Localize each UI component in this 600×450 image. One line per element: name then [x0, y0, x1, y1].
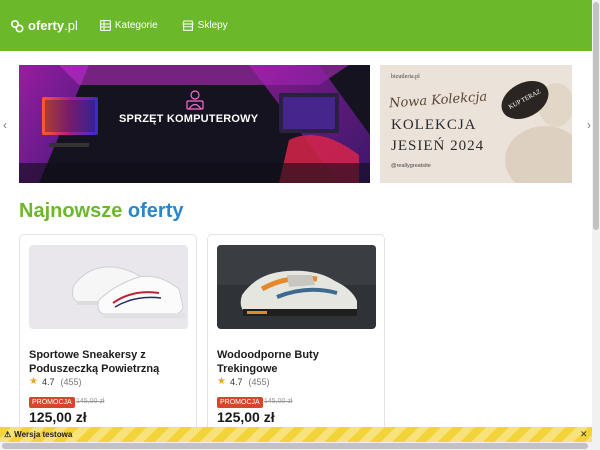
horizontal-scroll-thumb[interactable]: [2, 443, 588, 449]
promo-badge: PROMOCJA: [29, 397, 75, 408]
logo-icon: [10, 19, 24, 33]
nav-kategorie-label: Kategorie: [114, 20, 158, 31]
product-image[interactable]: [29, 245, 188, 329]
product-card[interactable]: Sportowe Sneakersy z Poduszeczką Powietr…: [19, 234, 197, 434]
test-version-text: Wersja testowa: [14, 430, 73, 439]
star-icon: ★: [29, 376, 38, 387]
banner-fashion[interactable]: bizutleria.pl Nowa Kolekcja KOLEKCJA JES…: [380, 65, 572, 183]
star-icon: ★: [217, 376, 226, 387]
close-icon[interactable]: ✕: [580, 429, 588, 440]
rating-value: 4.7: [229, 376, 243, 387]
fashion-title-line1: KOLEKCJA: [391, 117, 477, 133]
product-rating: ★ 4.7 (455): [217, 376, 270, 387]
nav-sklepy[interactable]: Sklepy: [181, 20, 228, 31]
trekking-shoe-image: [217, 245, 376, 329]
top-header: oferty .pl Kategorie Sklepy: [0, 0, 592, 51]
vertical-scrollbar[interactable]: [592, 0, 600, 450]
fashion-social-handle: @reallygreatsite: [391, 163, 431, 169]
test-version-banner: ⚠ Wersja testowa ✕: [0, 427, 592, 442]
rating-count: (455): [248, 376, 270, 387]
old-price: 145,00 zł: [76, 398, 105, 405]
nav-kategorie[interactable]: Kategorie: [99, 20, 158, 31]
fashion-brand: bizutleria.pl: [391, 74, 420, 80]
sneaker-image: [29, 245, 188, 329]
product-name[interactable]: Sportowe Sneakersy z Poduszeczką Powietr…: [29, 348, 191, 376]
nav-sklepy-label: Sklepy: [197, 20, 228, 31]
vertical-scroll-thumb[interactable]: [593, 2, 599, 230]
section-title-part1: Najnowsze: [19, 200, 123, 222]
product-rating: ★ 4.7 (455): [29, 376, 82, 387]
promo-badge: PROMOCJA: [217, 397, 263, 408]
site-logo[interactable]: oferty .pl: [10, 18, 78, 33]
shop-icon: [181, 20, 194, 31]
banner-computer[interactable]: SPRZĘT KOMPUTEROWY: [19, 65, 370, 183]
grid-icon: [99, 20, 111, 31]
test-version-label: ⚠ Wersja testowa: [4, 430, 72, 439]
product-name[interactable]: Wodoodporne Buty Trekingowe: [217, 348, 379, 376]
logo-text: oferty: [28, 18, 65, 33]
warning-icon: ⚠: [4, 430, 12, 439]
product-card[interactable]: Wodoodporne Buty Trekingowe ★ 4.7 (455) …: [207, 234, 385, 434]
logo-suffix: .pl: [64, 18, 78, 33]
section-title: Najnowsze oferty: [19, 200, 184, 223]
product-image[interactable]: [217, 245, 376, 329]
carousel-prev-arrow-icon[interactable]: ‹: [0, 117, 10, 133]
banner-computer-title: SPRZĘT KOMPUTEROWY: [119, 113, 259, 125]
horizontal-scrollbar[interactable]: [0, 442, 592, 450]
rating-count: (455): [60, 376, 82, 387]
old-price: 145,00 zł: [264, 398, 293, 405]
section-title-part2: oferty: [127, 200, 184, 222]
fashion-title-line2: JESIEŃ 2024: [391, 138, 485, 154]
current-price: 125,00 zł: [217, 409, 275, 425]
rating-value: 4.7: [41, 376, 55, 387]
current-price: 125,00 zł: [29, 409, 87, 425]
